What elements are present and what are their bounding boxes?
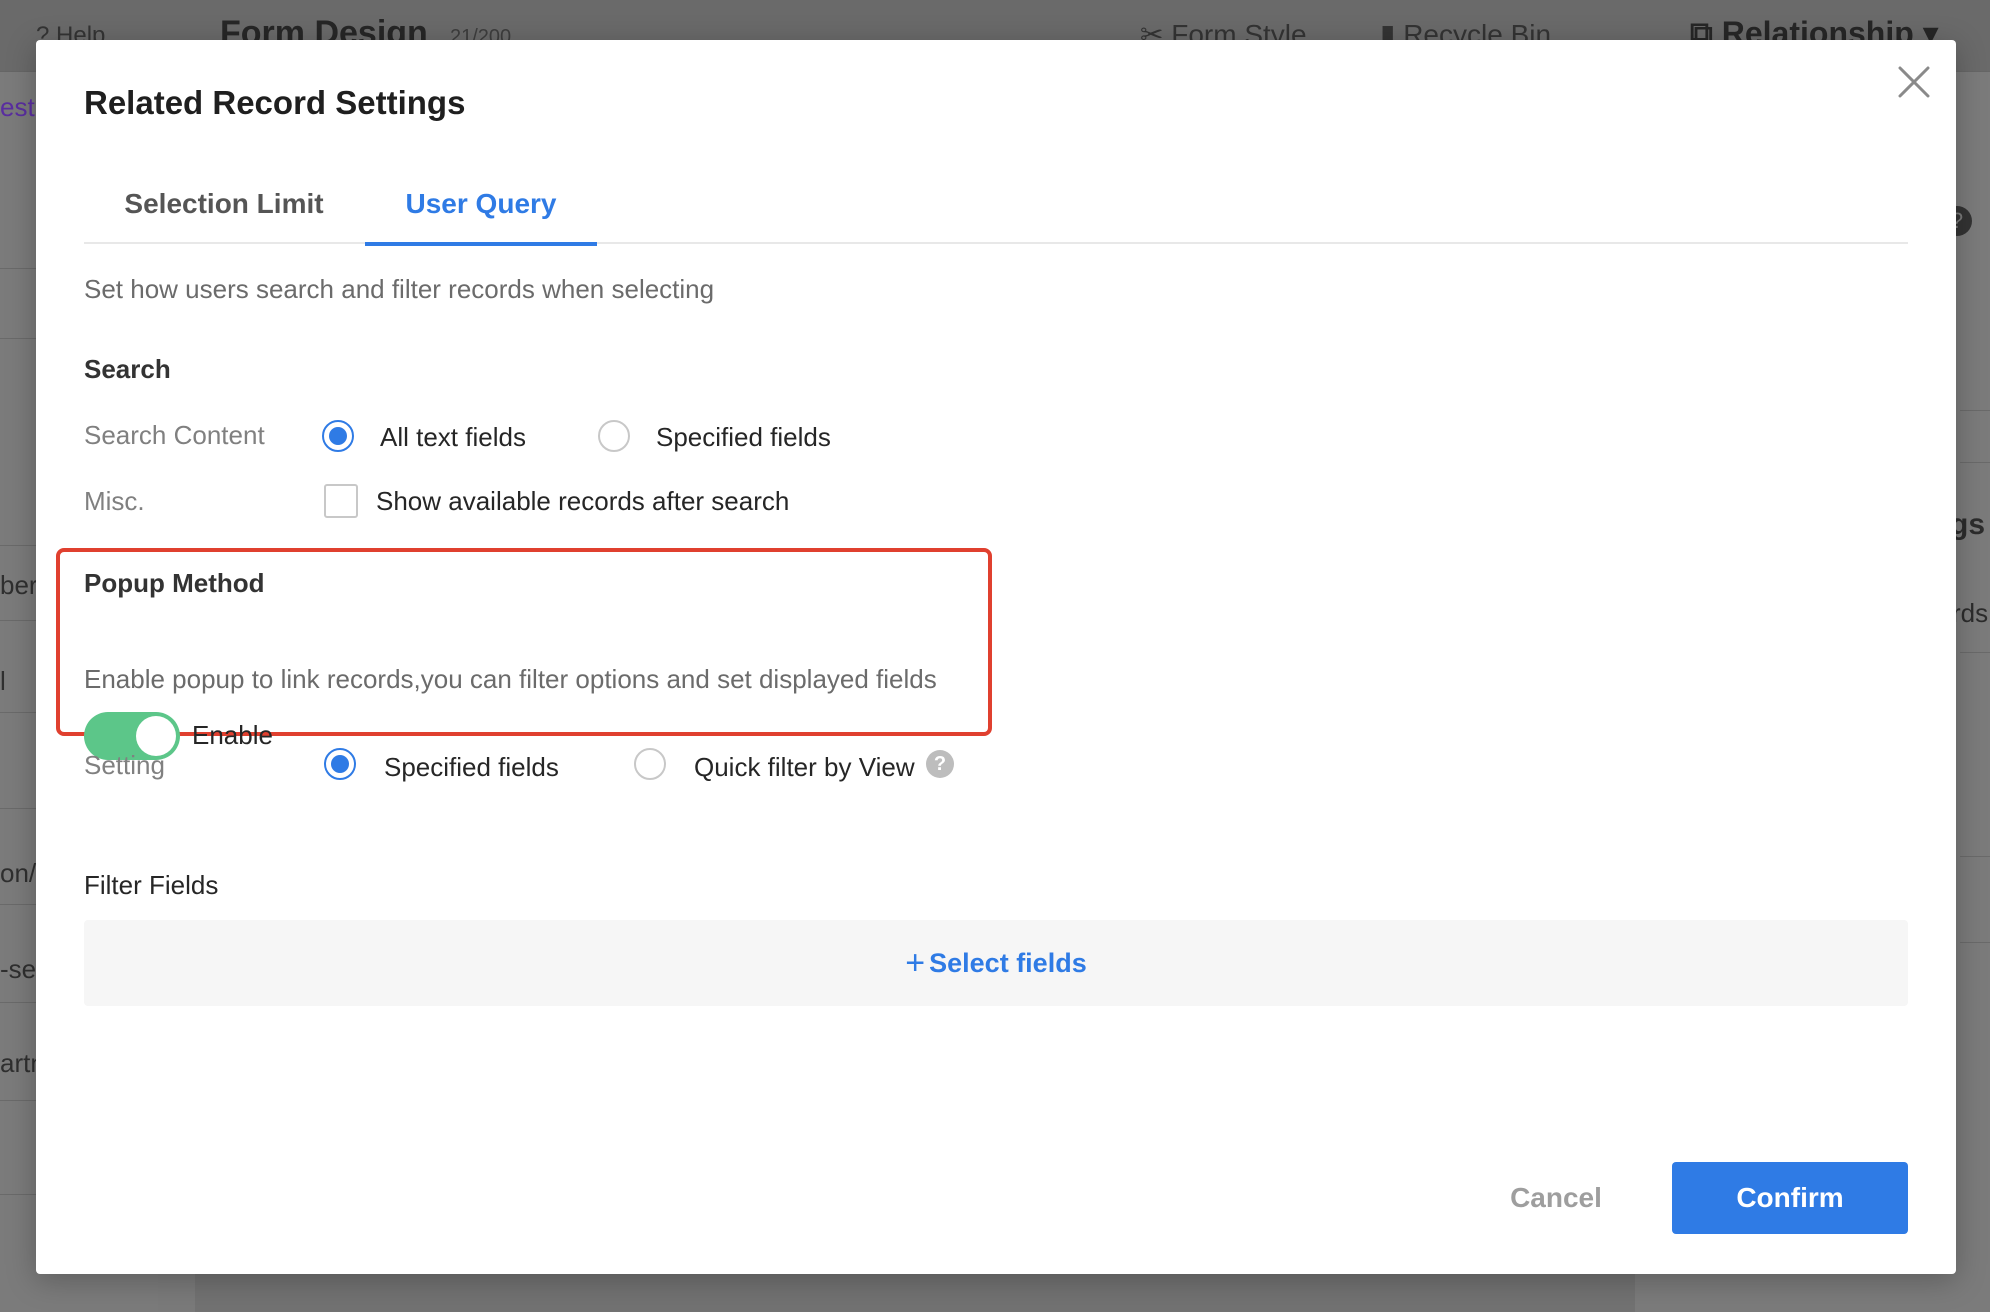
radio-quick-filter-by-view[interactable] [634,748,666,780]
confirm-button[interactable]: Confirm [1672,1162,1908,1234]
question-mark-icon[interactable]: ? [926,750,954,778]
enable-toggle-label: Enable [192,720,273,750]
popup-method-description: Enable popup to link records,you can fil… [84,664,937,694]
left-item: on/ [0,858,37,888]
divider [1960,462,1990,463]
setting-label: Setting [84,750,165,780]
left-item: est [0,92,35,122]
quick-filter-by-view-label: Quick filter by View [694,752,915,782]
left-item: -se [0,954,37,984]
tab-bar: Selection Limit User Query [84,178,1908,246]
filter-fields-label: Filter Fields [84,870,219,900]
cancel-button[interactable]: Cancel [1476,1162,1636,1234]
select-fields-button[interactable]: + Select fields [84,920,1908,1006]
show-records-checkbox[interactable] [324,484,358,518]
divider [1960,942,1990,943]
specified-fields-label: Specified fields [656,422,831,452]
all-text-fields-label: All text fields [380,422,526,452]
related-record-settings-dialog: Related Record Settings Selection Limit … [36,40,1956,1274]
right-item: rds [1952,598,1989,628]
setting-specified-fields-label: Specified fields [384,752,559,782]
tab-selection-limit[interactable]: Selection Limit [124,178,324,244]
radio-all-text-fields[interactable] [322,420,354,452]
search-section-title: Search [84,354,171,384]
popup-method-title: Popup Method [84,568,265,598]
dialog-title: Related Record Settings [84,84,466,121]
plus-icon: + [905,944,926,982]
close-button[interactable] [1894,62,1934,102]
divider [1960,652,1990,653]
select-fields-area[interactable]: + Select fields [84,920,1908,1006]
search-content-label: Search Content [84,420,265,450]
radio-specified-fields[interactable] [598,420,630,452]
left-item: l [0,666,6,696]
tab-user-query[interactable]: User Query [365,178,597,246]
divider [1960,856,1990,857]
left-item: ber [0,570,38,600]
radio-setting-specified-fields[interactable] [324,748,356,780]
show-records-label: Show available records after search [376,486,790,516]
misc-label: Misc. [84,486,145,516]
tab-description: Set how users search and filter records … [84,274,715,304]
divider [1960,410,1990,411]
close-icon [1898,66,1930,98]
